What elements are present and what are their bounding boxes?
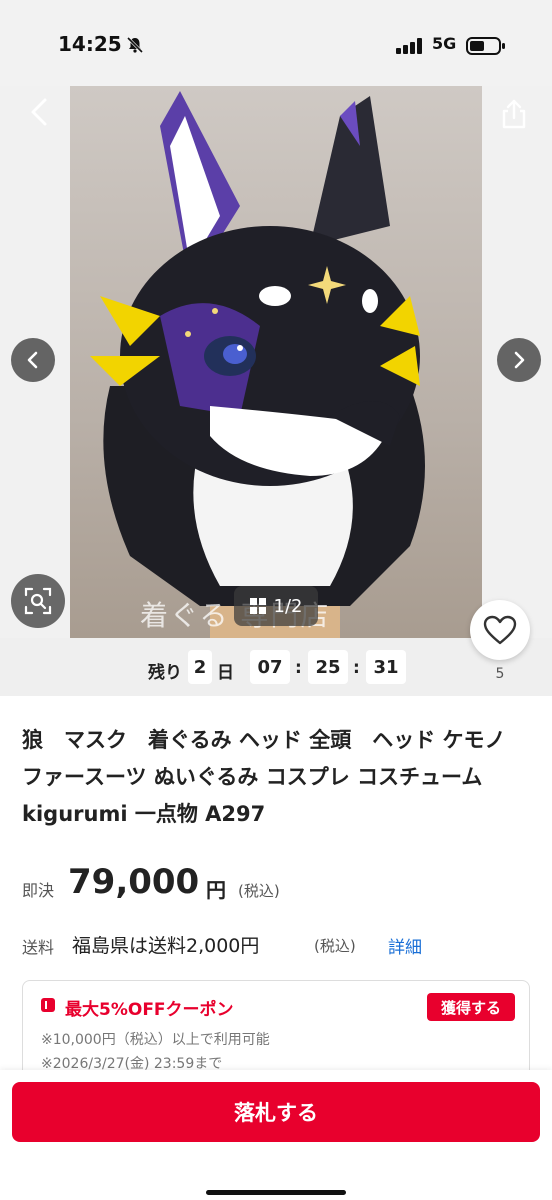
price-tax-note: (税込) <box>238 882 280 900</box>
image-counter[interactable]: 1/2 <box>234 586 318 626</box>
back-button[interactable] <box>22 94 58 130</box>
countdown-label: 残り <box>148 663 182 683</box>
coupon-condition: ※10,000円（税込）以上で利用可能 <box>41 1032 270 1048</box>
image-search-icon <box>24 587 52 615</box>
countdown-seconds: 31 <box>366 650 406 684</box>
share-icon <box>502 99 526 129</box>
share-button[interactable] <box>494 94 534 134</box>
countdown-days: 2 <box>188 650 212 684</box>
grid-icon <box>249 598 266 614</box>
price-value: 79,000 <box>68 862 200 902</box>
bell-muted-icon <box>126 36 144 54</box>
buy-now-button[interactable]: 落札する <box>12 1082 540 1142</box>
previous-image-button[interactable] <box>11 338 55 382</box>
price-label: 即決 <box>22 881 55 900</box>
price-unit: 円 <box>206 878 226 902</box>
image-search-button[interactable] <box>11 574 65 628</box>
countdown-separator: : <box>353 658 360 678</box>
countdown-days-unit: 日 <box>217 663 234 683</box>
get-coupon-button[interactable]: 獲得する <box>427 993 515 1021</box>
countdown-separator: : <box>295 658 302 678</box>
coupon-title: 最大5%OFFクーポン <box>65 1000 234 1020</box>
chevron-right-icon <box>514 351 525 369</box>
bottom-action-bar: 落札する <box>0 1070 552 1200</box>
next-image-button[interactable] <box>497 338 541 382</box>
shipping-detail-link[interactable]: 詳細 <box>388 933 422 958</box>
network-type: 5G <box>432 34 457 53</box>
image-gallery[interactable]: 着ぐる 専門店 1/2 <box>0 86 552 638</box>
signal-icon <box>396 38 422 54</box>
status-time: 14:25 <box>58 32 122 56</box>
chevron-left-icon <box>27 351 38 369</box>
product-title: 狼 マスク 着ぐるみ ヘッド 全頭 ヘッド ケモノ ファースーツ ぬいぐるみ コ… <box>22 728 506 826</box>
coupon-icon <box>41 998 55 1012</box>
watchlist-count: 5 <box>495 666 505 682</box>
image-counter-label: 1/2 <box>273 595 303 617</box>
watchlist-button[interactable] <box>470 600 530 660</box>
shipping-value: 福島県は送料2,000円 <box>72 935 260 957</box>
shipping-tax-note: (税込) <box>314 937 356 955</box>
countdown-hours: 07 <box>250 650 290 684</box>
back-icon <box>31 98 47 126</box>
countdown-minutes: 25 <box>308 650 348 684</box>
status-bar: 14:25 5G <box>0 0 552 86</box>
home-indicator[interactable] <box>206 1190 346 1195</box>
heart-icon <box>483 615 517 645</box>
shipping-label: 送料 <box>22 938 55 957</box>
product-photo <box>70 86 482 638</box>
battery-icon <box>466 37 505 55</box>
